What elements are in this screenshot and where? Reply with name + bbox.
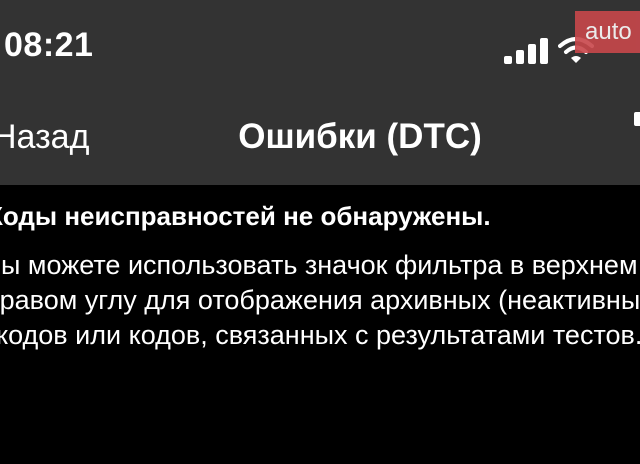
hint-text-line: кодов или кодов, связанных с результатам… — [0, 320, 640, 350]
hint-text-line: правом углу для отображения архивных (не… — [0, 285, 640, 315]
page-title-text: Ошибки (DTC) — [238, 117, 482, 156]
filter-icon[interactable] — [630, 112, 640, 126]
dtc-screen: 08:21 auto Назад Ошибки (DTC) Коды неисп… — [0, 0, 640, 464]
content-area: Коды неисправностей не обнаружены. Вы мо… — [0, 185, 640, 464]
no-codes-heading: Коды неисправностей не обнаружены. — [0, 201, 491, 231]
watermark-logo: auto — [575, 11, 640, 53]
page-title: Ошибки (DTC) — [0, 119, 640, 154]
hint-text-line: Вы можете использовать значок фильтра в … — [0, 250, 638, 280]
cellular-signal-icon — [504, 38, 548, 64]
status-time: 08:21 — [4, 26, 94, 64]
top-bar: 08:21 auto Назад Ошибки (DTC) — [0, 0, 640, 185]
